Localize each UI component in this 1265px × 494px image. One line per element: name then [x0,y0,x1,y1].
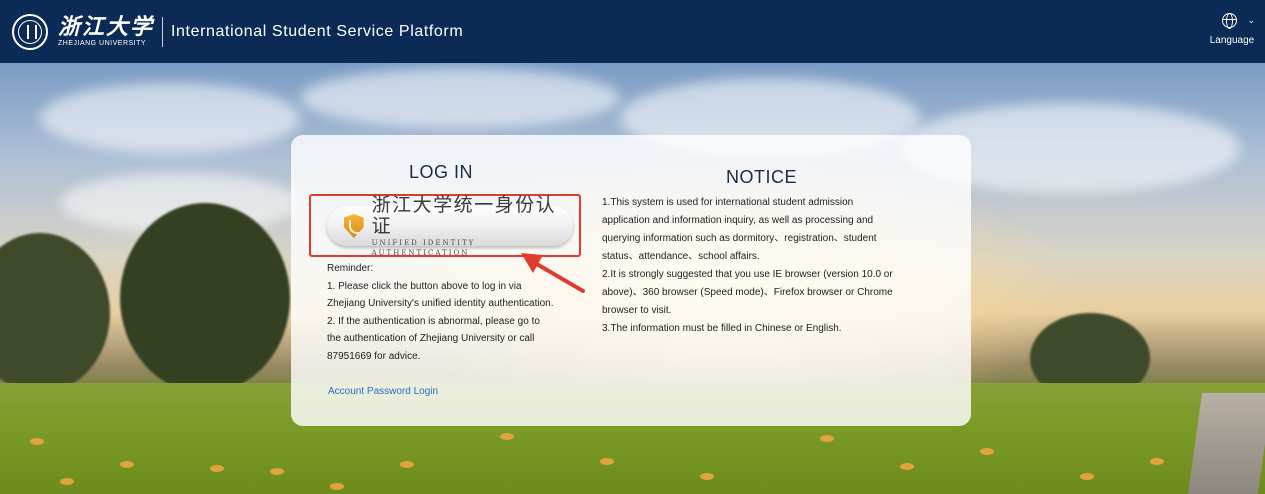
reminder-line: Zhejiang University's unified identity a… [327,298,554,309]
shield-icon [344,214,364,238]
account-password-login-link[interactable]: Account Password Login [328,386,438,397]
brand-name-en: ZHEJIANG UNIVERSITY [58,40,147,47]
notice-text: 1.This system is used for international … [602,194,922,338]
login-section: LOG IN 浙江大学统一身份认证 UNIFIED IDENTITY AUTHE… [291,135,601,426]
brand-name-cn: 浙江大学 [58,14,155,40]
brand: 浙江大学 ZHEJIANG UNIVERSITY [58,15,154,48]
unified-identity-auth-button[interactable]: 浙江大学统一身份认证 UNIFIED IDENTITY AUTHENTICATI… [327,194,573,257]
top-header: 浙江大学 ZHEJIANG UNIVERSITY International S… [0,0,1265,63]
notice-line: querying information such as dormitory、r… [602,233,877,244]
chevron-down-icon: ⌄ [1247,15,1255,25]
reminder-line: the authentication of Zhejiang Universit… [327,333,535,344]
reminder-text: Reminder: 1. Please click the button abo… [327,260,587,365]
login-panel: LOG IN 浙江大学统一身份认证 UNIFIED IDENTITY AUTHE… [291,135,971,426]
notice-line: application and information inquiry, as … [602,215,874,226]
language-switcher[interactable]: ⌄ Language [1207,13,1257,53]
notice-title: NOTICE [726,167,798,187]
notice-line: 3.The information must be filled in Chin… [602,323,842,334]
notice-line: 1.This system is used for international … [602,197,854,208]
reminder-line: 1. Please click the button above to log … [327,280,522,292]
reminder-line: 2. If the authentication is abnormal, pl… [327,315,540,327]
reminder-line: 87951669 for advice. [327,350,421,362]
reminder-line: Reminder: [327,263,374,274]
notice-line: status、attendance、school affairs. [602,251,760,262]
university-logo[interactable]: 浙江大学 ZHEJIANG UNIVERSITY [12,0,154,63]
university-emblem-icon [12,13,48,50]
platform-title: International Student Service Platform [171,22,464,40]
language-label: Language [1209,35,1255,46]
header-divider [162,16,164,47]
login-title: LOG IN [409,162,474,182]
notice-line: browser to visit. [602,305,672,316]
notice-line: above)、360 browser (Speed mode)、Firefox … [602,287,893,298]
notice-line: 2.It is strongly suggested that you use … [602,269,893,280]
notice-section: NOTICE 1.This system is used for interna… [601,135,961,426]
globe-icon [1221,13,1237,29]
auth-button-label-cn: 浙江大学统一身份认证 [371,193,557,237]
